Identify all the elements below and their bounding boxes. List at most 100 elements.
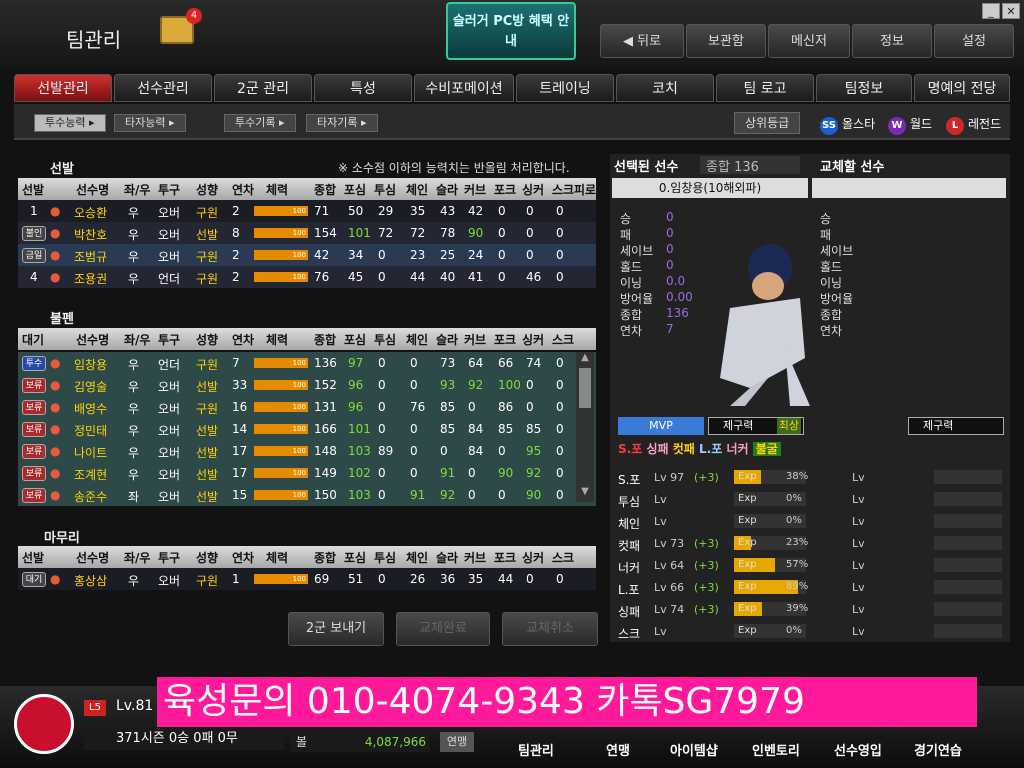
cell-stat: 0 bbox=[378, 270, 386, 284]
skill-exp: 23% bbox=[786, 537, 809, 548]
settings-button[interactable]: 설정 bbox=[934, 24, 1014, 58]
cell-stat: 90 bbox=[526, 488, 542, 502]
tab-hall-of-fame[interactable]: 명예의 전당 bbox=[914, 74, 1010, 102]
nav-practice[interactable]: 경기연습 bbox=[914, 740, 962, 759]
starter-title: 선발 bbox=[50, 162, 74, 177]
cell-hand: 우 bbox=[128, 402, 140, 416]
cell-ovr: 71 bbox=[314, 204, 330, 218]
cell-year: 2 bbox=[232, 270, 240, 284]
table-row[interactable]: 보류 ● 나이트 우 오버 선발 17 100 148 103 89 0 0 84 0 95 0 bbox=[18, 440, 596, 462]
table-row[interactable]: 대기 ● 홍상삼 우 오버 구원 1 100 69 51 0 26 36 35 44 0 0 bbox=[18, 568, 596, 590]
tab-coach[interactable]: 코치 bbox=[616, 74, 714, 102]
cell-stat: 76 bbox=[410, 400, 426, 414]
tab-starter-manage[interactable]: 선발관리 bbox=[14, 74, 112, 102]
cell-style: 구원 bbox=[196, 206, 219, 220]
cell-style: 구원 bbox=[196, 272, 219, 286]
stat-label: 세이브 bbox=[820, 244, 854, 258]
cell-hand: 우 bbox=[128, 424, 140, 438]
close-icon[interactable]: ✕ bbox=[1002, 3, 1020, 19]
nav-league[interactable]: 연맹 bbox=[606, 740, 630, 759]
cell-stat: 26 bbox=[410, 572, 426, 586]
stat-label: 홀드 bbox=[820, 260, 843, 274]
table-row[interactable]: 보류 ● 정민태 우 오버 선발 14 100 166 101 0 0 85 84 85 85 0 bbox=[18, 418, 596, 440]
stamina-bar: 100 bbox=[254, 468, 308, 478]
subtab-pitcher-record[interactable]: 투수기록 ▸ bbox=[224, 114, 296, 132]
column-header: 연차 bbox=[232, 333, 255, 347]
table-row[interactable]: 보류 ● 송준수 좌 오버 선발 15 100 150 103 0 91 92 0 0 90 0 bbox=[18, 484, 596, 506]
messenger-button[interactable]: 메신저 bbox=[768, 24, 850, 58]
tab-player-manage[interactable]: 선수관리 bbox=[114, 74, 212, 102]
back-button[interactable]: ◀ 뒤로 bbox=[600, 24, 684, 58]
nav-team-manage[interactable]: 팀관리 bbox=[518, 740, 554, 759]
tab-team-logo[interactable]: 팀 로고 bbox=[716, 74, 814, 102]
column-header: 투심 bbox=[374, 333, 397, 347]
cell-year: 1 bbox=[232, 572, 240, 586]
cell-stat: 0 bbox=[498, 270, 506, 284]
stat-label: 홀드 bbox=[620, 260, 643, 274]
tab-traits[interactable]: 특성 bbox=[314, 74, 412, 102]
send-minor-button[interactable]: 2군 보내기 bbox=[288, 612, 384, 646]
table-row[interactable]: 4 ● 조용권 우 언더 구원 2 100 76 45 0 44 40 41 0 46 0 bbox=[18, 266, 596, 288]
subtab-batter-record[interactable]: 타자기록 ▸ bbox=[306, 114, 378, 132]
cell-stat: 24 bbox=[468, 248, 484, 262]
nav-recruit[interactable]: 선수영입 bbox=[834, 740, 882, 759]
cell-stat: 96 bbox=[348, 400, 364, 414]
pitcher-icon: ● bbox=[50, 444, 61, 458]
replace-exp-bar bbox=[934, 536, 1002, 550]
table-row[interactable]: 불인 ● 박찬호 우 오버 선발 8 100 154 101 72 72 78 90 0 0 0 bbox=[18, 222, 596, 244]
info-button[interactable]: 정보 bbox=[852, 24, 932, 58]
cell-stat: 103 bbox=[348, 488, 371, 502]
nav-inventory[interactable]: 인벤토리 bbox=[752, 740, 800, 759]
subtab-batter-ability[interactable]: 타자능력 ▸ bbox=[114, 114, 186, 132]
pcbang-banner-button[interactable]: 슬러거 PC방 혜택 안내 bbox=[446, 2, 576, 60]
cell-stat: 73 bbox=[440, 356, 456, 370]
cell-stat: 0 bbox=[378, 466, 386, 480]
stat-row: 방어율 0.00 bbox=[620, 290, 693, 307]
cell-pitch: 오버 bbox=[158, 206, 181, 220]
closer-header: 선발 선수명 좌/우 투구 성향 연차 체력 종합 포심 투심 체인 슬라 커브 포크 싱커 스크 bbox=[18, 546, 596, 568]
skill-exp: 0% bbox=[786, 493, 802, 504]
table-row[interactable]: 보류 ● 배영수 우 오버 구원 16 100 131 96 0 76 85 0 86 0 0 bbox=[18, 396, 596, 418]
cell-stat: 72 bbox=[378, 226, 394, 240]
swap-cancel-button[interactable]: 교체취소 bbox=[502, 612, 598, 646]
tab-defense-formation[interactable]: 수비포메이션 bbox=[414, 74, 514, 102]
bullpen-title: 불펜 bbox=[50, 312, 74, 327]
cell-stat: 101 bbox=[348, 422, 371, 436]
grade-button[interactable]: 상위등급 bbox=[734, 112, 801, 134]
bullpen-scrollbar[interactable]: ▲ ▼ bbox=[576, 352, 594, 502]
tab-team-info[interactable]: 팀정보 bbox=[816, 74, 912, 102]
subtab-label: 타자기록 bbox=[317, 116, 358, 129]
skill-row: 컷패 Lv 73 (+3) Exp 23% Lv bbox=[614, 532, 1004, 554]
tab-training[interactable]: 트레이닝 bbox=[516, 74, 614, 102]
league-button[interactable]: 연맹 bbox=[440, 732, 474, 752]
mail-icon[interactable]: 4 bbox=[160, 8, 202, 44]
table-row[interactable]: 보류 ● 조계현 우 오버 선발 17 100 149 102 0 0 91 0 90 92 0 bbox=[18, 462, 596, 484]
badge: 너커 bbox=[726, 442, 749, 456]
stamina-bar: 100 bbox=[254, 424, 308, 434]
control-box: 제구력 최상 bbox=[708, 417, 804, 435]
stamina-bar: 100 bbox=[254, 574, 308, 584]
tab-minor-manage[interactable]: 2군 관리 bbox=[214, 74, 312, 102]
cell-stat: 29 bbox=[378, 204, 394, 218]
scroll-up-icon[interactable]: ▲ bbox=[576, 352, 594, 366]
money-label: 볼 bbox=[296, 735, 308, 749]
scroll-thumb[interactable] bbox=[579, 368, 591, 408]
skill-row: S.포 Lv 97 (+3) Exp 38% Lv bbox=[614, 466, 1004, 488]
table-row[interactable]: 1 ● 오승환 우 오버 구원 2 100 71 50 29 35 43 42 0 0 0 bbox=[18, 200, 596, 222]
subtab-pitcher-ability[interactable]: 투수능력 ▸ bbox=[34, 114, 106, 132]
cell-stat: 64 bbox=[468, 356, 484, 370]
minimize-icon[interactable]: _ bbox=[982, 3, 1000, 19]
table-row[interactable]: 금일 ● 조범규 우 오버 구원 2 100 42 34 0 23 25 24 0 0 0 bbox=[18, 244, 596, 266]
storage-button[interactable]: 보관함 bbox=[686, 24, 766, 58]
scroll-down-icon[interactable]: ▼ bbox=[576, 486, 594, 500]
cell-year: 17 bbox=[232, 466, 248, 480]
cell-name: 박찬호 bbox=[74, 228, 108, 242]
table-row[interactable]: 투수 ● 임창용 우 언더 구원 7 100 136 97 0 0 73 64 66 74 0 bbox=[18, 352, 596, 374]
column-header: 선발 bbox=[22, 551, 45, 565]
cell-stat: 0 bbox=[378, 400, 386, 414]
nav-item-shop[interactable]: 아이템샵 bbox=[670, 740, 718, 759]
table-row[interactable]: 보류 ● 김영술 우 오버 선발 33 100 152 96 0 0 93 92 100 0 0 bbox=[18, 374, 596, 396]
pitcher-icon: ● bbox=[50, 422, 61, 436]
bullpen-header: 대기 선수명 좌/우 투구 성향 연차 체력 종합 포심 투심 체인 슬라 커브 포크 싱커 스크 bbox=[18, 328, 596, 350]
swap-confirm-button[interactable]: 교체완료 bbox=[396, 612, 490, 646]
